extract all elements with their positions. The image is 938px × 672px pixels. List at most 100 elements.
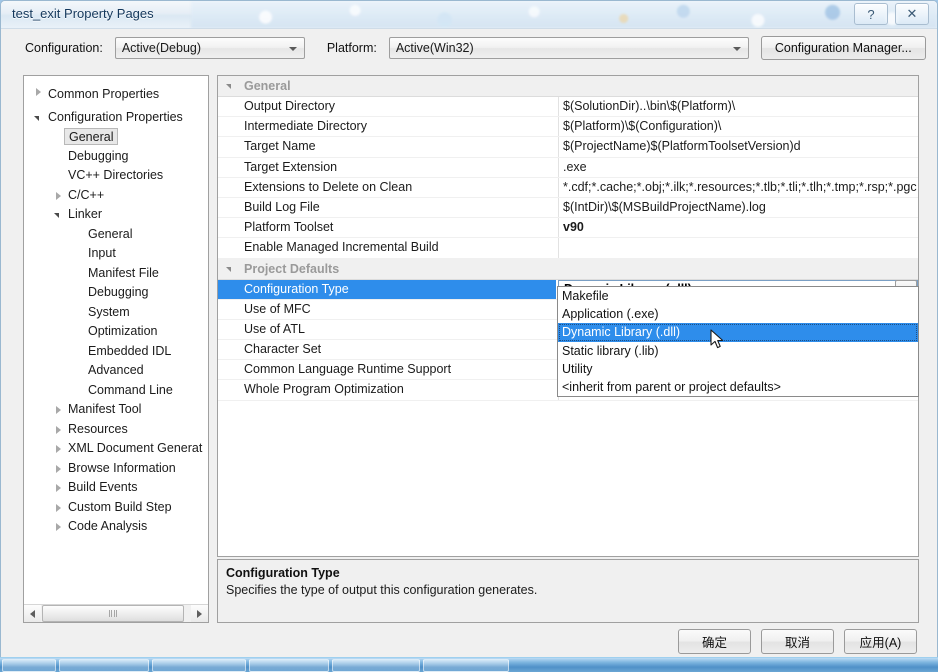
tree-item-debugging[interactable]: Debugging bbox=[24, 283, 208, 303]
grid-row-value[interactable]: $(IntDir)\$(MSBuildProjectName).log bbox=[559, 198, 918, 217]
tree-item-code-analysis[interactable]: Code Analysis bbox=[24, 517, 208, 537]
taskbar-item[interactable] bbox=[59, 658, 149, 672]
tree-item-label: Linker bbox=[68, 207, 103, 221]
tree-item-label: Embedded IDL bbox=[88, 343, 172, 358]
chevron-right-icon[interactable] bbox=[52, 439, 66, 459]
chevron-right-icon[interactable] bbox=[52, 498, 66, 518]
tree-item-build-events[interactable]: Build Events bbox=[24, 478, 208, 498]
apply-button[interactable]: 应用(A) bbox=[844, 629, 917, 654]
dropdown-option[interactable]: <inherit from parent or project defaults… bbox=[558, 378, 918, 396]
grid-row-value[interactable]: $(SolutionDir)..\bin\$(Platform)\ bbox=[559, 97, 918, 116]
tree-item-system[interactable]: System bbox=[24, 303, 208, 323]
dropdown-option[interactable]: Application (.exe) bbox=[558, 305, 918, 323]
grid-row-value[interactable]: $(ProjectName)$(PlatformToolsetVersion)d bbox=[559, 137, 918, 156]
grid-row[interactable]: Enable Managed Incremental Build bbox=[218, 238, 918, 259]
tree-item-resources[interactable]: Resources bbox=[24, 420, 208, 440]
tree-item-label: Advanced bbox=[88, 363, 144, 377]
chevron-right-icon[interactable] bbox=[52, 186, 66, 206]
tree-item-linker[interactable]: Linker bbox=[24, 205, 208, 225]
scroll-left-icon[interactable] bbox=[24, 605, 41, 622]
grid-row-label: Use of ATL bbox=[244, 321, 305, 336]
help-icon[interactable]: ? bbox=[854, 3, 888, 25]
tree-item-manifest-tool[interactable]: Manifest Tool bbox=[24, 400, 208, 420]
tree-item-configuration-properties[interactable]: Configuration Properties bbox=[24, 108, 208, 128]
grid-row-value[interactable]: *.cdf;*.cache;*.obj;*.ilk;*.resources;*.… bbox=[559, 178, 918, 197]
tree-item-label: Code Analysis bbox=[68, 519, 148, 533]
grid-row[interactable]: Output Directory $(SolutionDir)..\bin\$(P… bbox=[218, 97, 918, 118]
grid-row[interactable]: Intermediate Directory $(Platform)\$(Conf… bbox=[218, 117, 918, 138]
tree-item-embedded-idl[interactable]: Embedded IDL bbox=[24, 342, 208, 362]
grid-row-value[interactable]: v90 bbox=[559, 218, 918, 237]
tree-item-label: Input bbox=[88, 246, 116, 260]
chevron-down-icon[interactable] bbox=[226, 84, 231, 89]
chevron-down-icon[interactable] bbox=[226, 266, 231, 272]
ok-button[interactable]: 确定 bbox=[678, 629, 751, 654]
properties-tree[interactable]: Common Properties Configuration Propertie… bbox=[24, 76, 208, 604]
property-pages-dialog: test_exit Property Pages ? ✕ Configurati… bbox=[0, 0, 938, 660]
tree-item-command-line[interactable]: Command Line bbox=[24, 381, 208, 401]
chevron-right-icon[interactable] bbox=[32, 82, 46, 102]
chevron-right-icon[interactable] bbox=[52, 517, 66, 537]
windows-taskbar[interactable] bbox=[0, 657, 938, 672]
grid-row[interactable]: Extensions to Delete on Clean *.cdf;*.cac… bbox=[218, 177, 918, 198]
tree-item-label: Custom Build Step bbox=[68, 499, 172, 514]
tree-item-label: Manifest Tool bbox=[68, 402, 142, 416]
chevron-right-icon[interactable] bbox=[52, 420, 66, 440]
tree-item-vc-directories[interactable]: VC++ Directories bbox=[24, 166, 208, 186]
tree-item-manifest-file[interactable]: Manifest File bbox=[24, 264, 208, 284]
taskbar-start-button[interactable] bbox=[2, 658, 56, 672]
tree-item-xml-document-generat[interactable]: XML Document Generat bbox=[24, 439, 208, 459]
tree-item-general[interactable]: General bbox=[24, 225, 208, 245]
tree-item-common-properties[interactable]: Common Properties bbox=[24, 76, 208, 108]
grid-row-label: Output Directory bbox=[244, 99, 336, 113]
chevron-right-icon[interactable] bbox=[52, 400, 66, 420]
taskbar-item[interactable] bbox=[423, 658, 509, 672]
platform-label: Platform: bbox=[326, 41, 377, 55]
dropdown-option[interactable]: Utility bbox=[558, 360, 918, 378]
tree-item-browse-information[interactable]: Browse Information bbox=[24, 459, 208, 479]
grid-row-label: Extensions to Delete on Clean bbox=[244, 179, 413, 194]
taskbar-item[interactable] bbox=[249, 658, 329, 672]
description-pane: Configuration Type Specifies the type of… bbox=[217, 559, 919, 623]
grid-row-value[interactable]: .exe bbox=[559, 158, 918, 177]
grid-column-splitter[interactable] bbox=[558, 238, 559, 258]
tree-horizontal-scrollbar[interactable] bbox=[24, 604, 208, 622]
chevron-down-icon[interactable] bbox=[32, 108, 46, 128]
taskbar-item[interactable] bbox=[152, 658, 246, 672]
window-titlebar: test_exit Property Pages ? ✕ bbox=[1, 1, 937, 29]
grid-row[interactable]: Platform Toolset v90 bbox=[218, 218, 918, 239]
tree-item-advanced[interactable]: Advanced bbox=[24, 361, 208, 381]
grid-section-header[interactable]: Project Defaults bbox=[218, 258, 918, 280]
grid-section-header[interactable]: General bbox=[218, 76, 918, 97]
configuration-select[interactable]: Active(Debug) bbox=[114, 37, 305, 59]
cancel-button[interactable]: 取消 bbox=[761, 629, 834, 654]
window-title: test_exit Property Pages bbox=[12, 6, 154, 21]
scroll-right-icon[interactable] bbox=[191, 605, 208, 622]
tree-item-label: XML Document Generat bbox=[68, 441, 203, 455]
grid-row[interactable]: Target Extension .exe bbox=[218, 157, 918, 178]
grid-row[interactable]: Target Name $(ProjectName)$(PlatformTools… bbox=[218, 137, 918, 158]
dropdown-option[interactable]: Static library (.lib) bbox=[558, 342, 918, 360]
configuration-type-dropdown-list[interactable]: Makefile Application (.exe) Dynamic Librar… bbox=[557, 286, 919, 398]
taskbar-item[interactable] bbox=[332, 658, 420, 672]
configuration-select-value: Active(Debug) bbox=[121, 41, 202, 55]
tree-item-c-c[interactable]: C/C++ bbox=[24, 186, 208, 206]
tree-item-custom-build-step[interactable]: Custom Build Step bbox=[24, 498, 208, 518]
dropdown-option[interactable]: Makefile bbox=[558, 287, 918, 305]
platform-select[interactable]: Active(Win32) bbox=[388, 37, 749, 59]
grid-row-value[interactable]: $(Platform)\$(Configuration)\ bbox=[559, 117, 918, 136]
tree-item-optimization[interactable]: Optimization bbox=[24, 322, 208, 342]
grid-row[interactable]: Build Log File $(IntDir)\$(MSBuildProject… bbox=[218, 197, 918, 219]
tree-item-input[interactable]: Input bbox=[24, 244, 208, 264]
configuration-manager-button[interactable]: Configuration Manager... bbox=[760, 36, 926, 60]
tree-item-label: System bbox=[88, 304, 130, 319]
chevron-right-icon[interactable] bbox=[52, 459, 66, 479]
dropdown-option[interactable]: Dynamic Library (.dll) bbox=[558, 323, 918, 342]
tree-item-debugging[interactable]: Debugging bbox=[24, 147, 208, 167]
close-icon[interactable]: ✕ bbox=[895, 3, 929, 25]
chevron-right-icon[interactable] bbox=[52, 478, 66, 498]
configuration-label: Configuration: bbox=[25, 41, 103, 55]
scrollbar-thumb[interactable] bbox=[42, 605, 184, 622]
chevron-down-icon[interactable] bbox=[52, 205, 66, 225]
tree-item-general[interactable]: General bbox=[24, 127, 208, 147]
